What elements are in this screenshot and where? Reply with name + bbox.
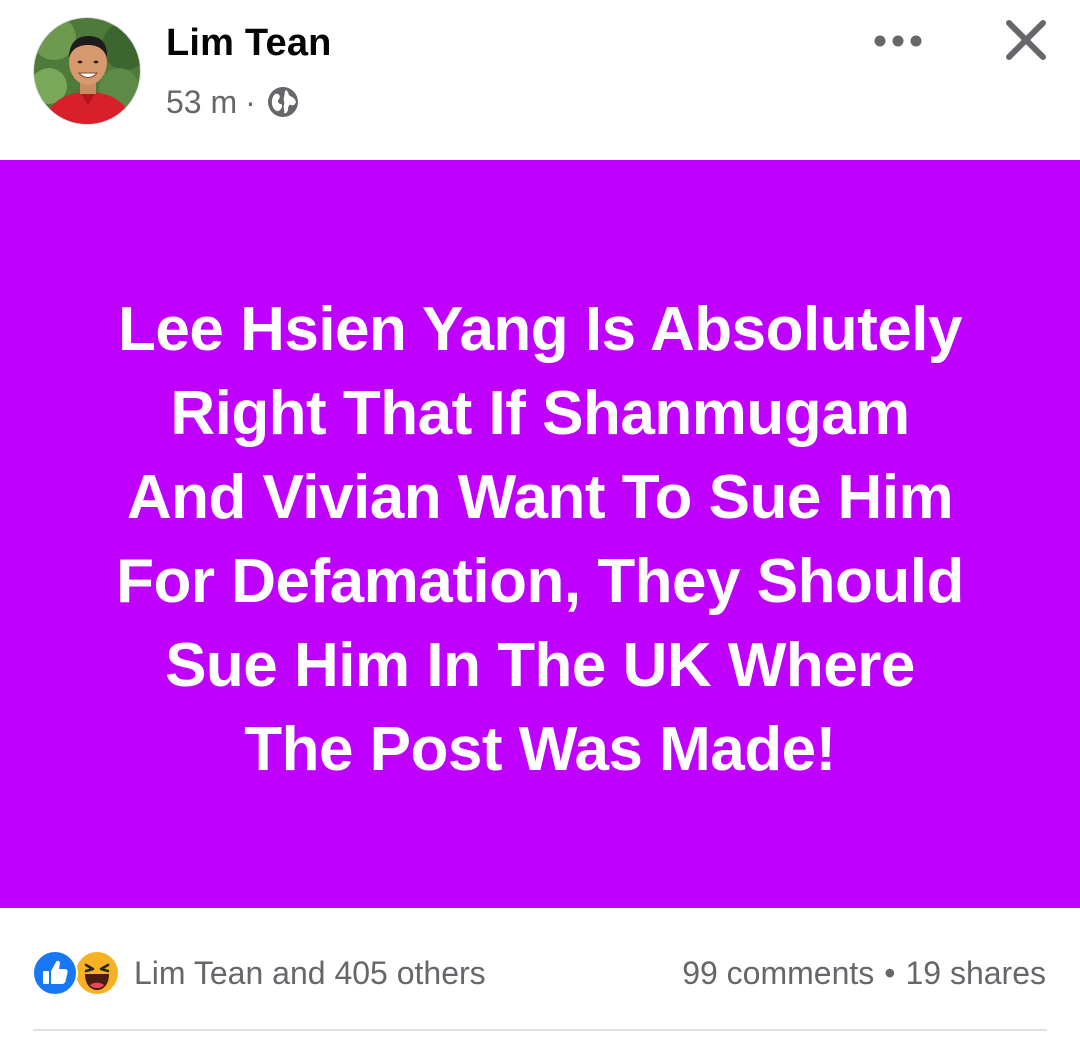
comments-count[interactable]: 99 comments xyxy=(682,955,874,992)
reaction-icons xyxy=(32,948,124,998)
post-text-line: Lee Hsien Yang Is Absolutely xyxy=(118,295,962,364)
meta-separator: · xyxy=(245,83,256,120)
post-text-line: And Vivian Want To Sue Him xyxy=(126,463,954,532)
globe-icon[interactable] xyxy=(266,85,300,119)
engagement-counts: 99 comments • 19 shares xyxy=(682,948,1046,998)
shares-count[interactable]: 19 shares xyxy=(905,955,1046,992)
reactions-text: Lim Tean and 405 others xyxy=(134,954,486,991)
post-text-line: For Defamation, They Should xyxy=(116,547,964,616)
avatar-photo xyxy=(34,18,140,124)
divider xyxy=(33,1029,1047,1031)
post-text-line: Right That If Shanmugam xyxy=(170,379,910,448)
more-options-icon xyxy=(874,35,922,47)
counts-separator: • xyxy=(884,954,896,991)
post-text: Lee Hsien Yang Is Absolutely Right That … xyxy=(60,288,1020,792)
post-text-line: The Post Was Made! xyxy=(244,715,836,784)
close-button[interactable] xyxy=(996,12,1056,68)
post-header: Lim Tean 53 m · xyxy=(0,0,1080,160)
more-options-button[interactable] xyxy=(866,16,930,66)
haha-icon xyxy=(74,950,120,996)
reactions-summary[interactable]: Lim Tean and 405 others xyxy=(32,948,486,998)
post-text-line: Sue Him In The UK Where xyxy=(165,631,915,700)
like-icon xyxy=(32,950,78,996)
post-meta: 53 m · xyxy=(166,82,300,122)
author-name[interactable]: Lim Tean xyxy=(166,22,332,65)
post-banner[interactable]: Lee Hsien Yang Is Absolutely Right That … xyxy=(0,160,1080,908)
close-icon xyxy=(1006,20,1046,60)
avatar[interactable] xyxy=(33,17,141,125)
post-stats: Lim Tean and 405 others 99 comments • 19… xyxy=(0,908,1080,1033)
timestamp[interactable]: 53 m xyxy=(166,84,237,121)
